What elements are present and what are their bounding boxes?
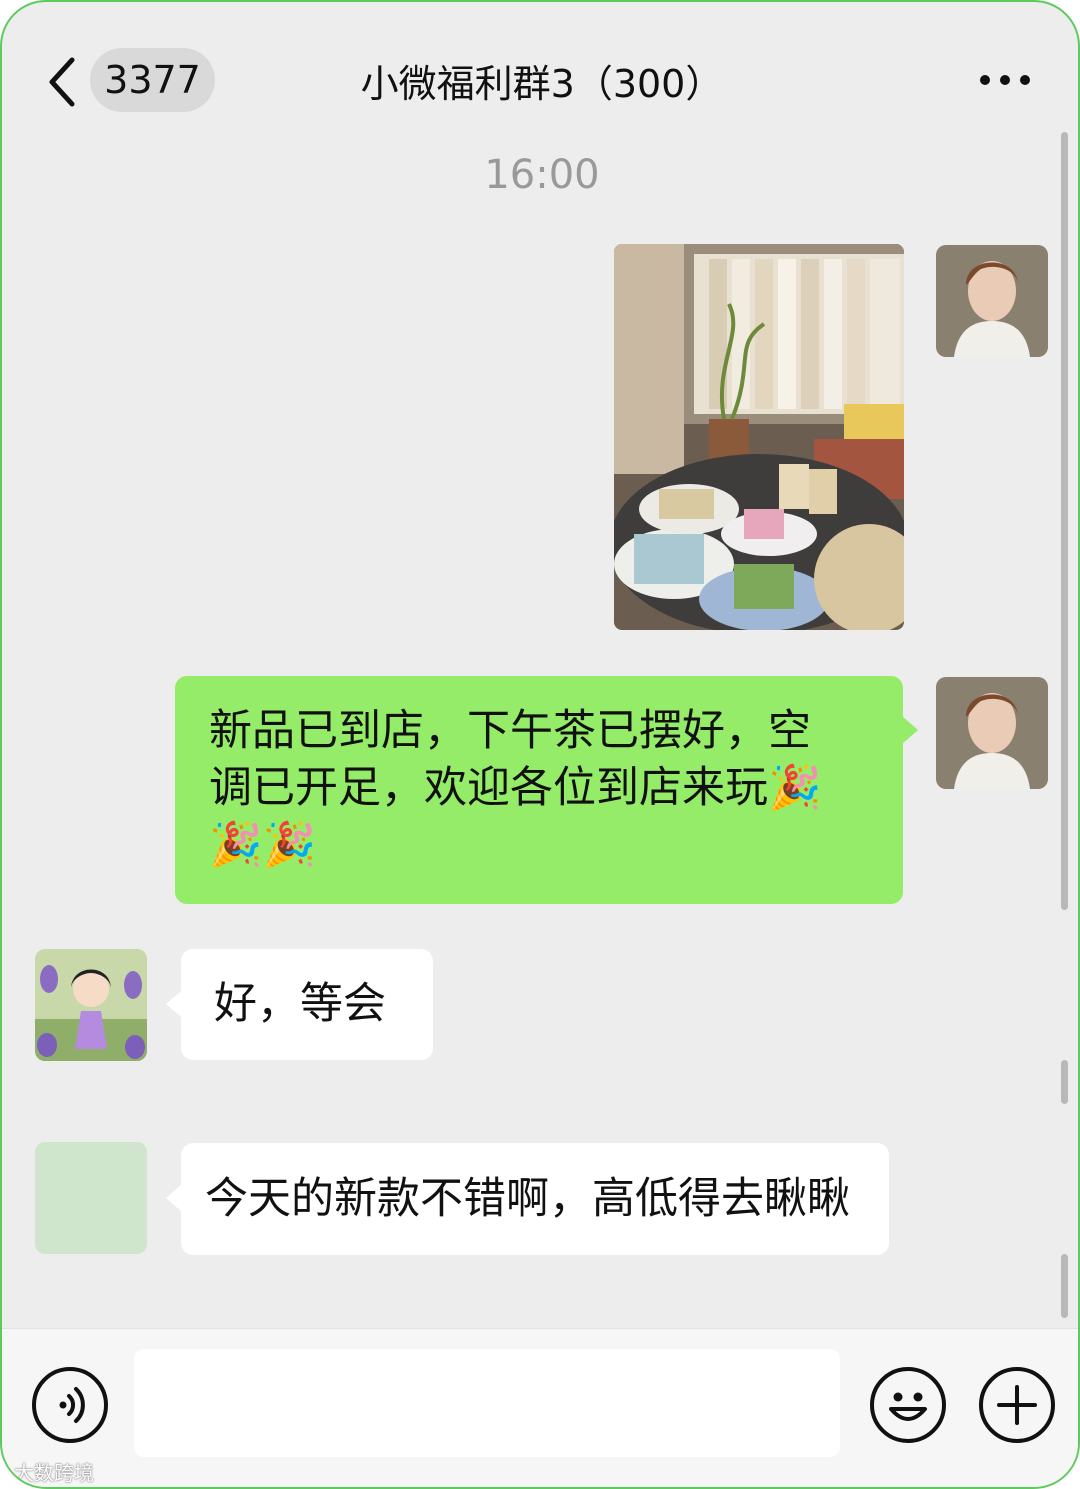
chevron-left-icon[interactable] bbox=[42, 52, 82, 112]
plus-icon bbox=[997, 1385, 1037, 1425]
voice-button[interactable] bbox=[32, 1367, 108, 1443]
unread-count-badge[interactable]: 3377 bbox=[90, 48, 215, 112]
message-text-line-3: 🎉🎉 bbox=[209, 820, 317, 870]
woman-portrait-avatar bbox=[936, 677, 1048, 789]
more-dots-icon[interactable] bbox=[978, 70, 1032, 90]
chat-window: 3377 小微福利群3（300） 16:00 新品已到店，下午茶已摆好，空 调已… bbox=[0, 0, 1080, 1489]
message-timestamp: 16:00 bbox=[484, 152, 600, 198]
emoji-icon bbox=[889, 1392, 927, 1421]
emoji-button[interactable] bbox=[870, 1367, 946, 1443]
photo-content bbox=[614, 244, 904, 630]
shared-photo[interactable] bbox=[614, 244, 904, 630]
message-bubble-other[interactable]: 今天的新款不错啊，高低得去瞅瞅 bbox=[181, 1143, 889, 1255]
input-bar bbox=[2, 1328, 1078, 1487]
bubble-tail bbox=[166, 990, 182, 1018]
member-avatar[interactable] bbox=[35, 949, 147, 1061]
message-text: 好，等会 bbox=[214, 979, 386, 1029]
message-text: 今天的新款不错啊，高低得去瞅瞅 bbox=[205, 1174, 850, 1224]
chat-title[interactable]: 小微福利群3（300） bbox=[252, 54, 832, 114]
plus-button[interactable] bbox=[979, 1367, 1055, 1443]
member-avatar[interactable] bbox=[35, 1142, 147, 1254]
scrollbar-segment[interactable] bbox=[1061, 1254, 1068, 1318]
bubble-tail bbox=[902, 716, 918, 744]
message-text-line-2: 调已开足，欢迎各位到店来玩🎉 bbox=[209, 763, 822, 813]
cartoon-girl-avatar bbox=[35, 949, 147, 1061]
message-bubble-self[interactable]: 新品已到店，下午茶已摆好，空 调已开足，欢迎各位到店来玩🎉 🎉🎉 bbox=[175, 676, 903, 904]
bubble-tail bbox=[166, 1184, 182, 1212]
message-text-line-1: 新品已到店，下午茶已摆好，空 bbox=[209, 706, 811, 756]
message-bubble-other[interactable]: 好，等会 bbox=[181, 949, 433, 1060]
message-input[interactable] bbox=[134, 1349, 840, 1457]
voice-icon bbox=[59, 1387, 85, 1423]
woman-portrait-avatar bbox=[936, 245, 1048, 357]
scrollbar[interactable] bbox=[1061, 132, 1068, 910]
scrollbar-segment[interactable] bbox=[1061, 1060, 1068, 1104]
self-avatar[interactable] bbox=[936, 245, 1048, 357]
self-avatar[interactable] bbox=[936, 677, 1048, 789]
watermark: 大数跨境 bbox=[14, 1461, 94, 1485]
chat-header: 3377 小微福利群3（300） bbox=[2, 2, 1078, 132]
